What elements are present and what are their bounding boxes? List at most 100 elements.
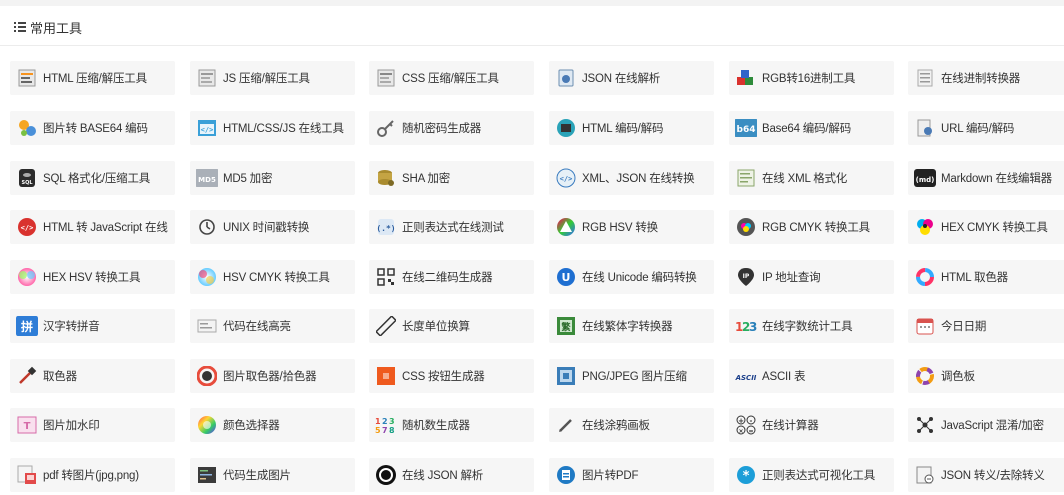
tool-card[interactable]: 1 2 3 5 7 8 随机数生成器	[369, 408, 534, 442]
tool-card[interactable]: 今日日期	[908, 309, 1064, 343]
tool-label: 调色板	[941, 371, 975, 383]
tool-card[interactable]: CSS 按钮生成器	[369, 359, 534, 393]
tool-card[interactable]: UNIX 时间戳转换	[190, 210, 355, 244]
tool-card[interactable]: 图片取色器/拾色器	[190, 359, 355, 393]
tool-card[interactable]: * 正则表达式可视化工具	[729, 458, 894, 492]
tool-card[interactable]: 繁在线繁体字转换器	[549, 309, 714, 343]
tool-card[interactable]: HTML 取色器	[908, 260, 1064, 294]
tool-card[interactable]: RGB HSV 转换	[549, 210, 714, 244]
tool-label: HTML 取色器	[941, 272, 1008, 284]
tool-label: 图片加水印	[43, 420, 100, 432]
tool-card[interactable]: </> HTML/CSS/JS 在线工具	[190, 111, 355, 145]
tool-card[interactable]: T 图片加水印	[10, 408, 175, 442]
tool-card[interactable]: JS 压缩/解压工具	[190, 61, 355, 95]
tool-card[interactable]: SHA 加密	[369, 161, 534, 195]
code-highlight-icon	[196, 315, 218, 337]
tool-card[interactable]: 在线涂鸦画板	[549, 408, 714, 442]
tool-label: HEX CMYK 转换工具	[941, 222, 1048, 234]
tool-label: SHA 加密	[402, 173, 451, 185]
tool-label: IP 地址查询	[762, 272, 821, 284]
svg-text:7: 7	[382, 426, 388, 435]
tool-label: HTML 转 JavaScript 在线	[43, 222, 168, 234]
tool-label: 随机数生成器	[402, 420, 470, 432]
tool-card[interactable]: 1 2 3 在线字数统计工具	[729, 309, 894, 343]
color-ring-icon	[914, 266, 936, 288]
tool-card[interactable]: JSON 转义/去除转义	[908, 458, 1064, 492]
tool-card[interactable]: 图片转 BASE64 编码	[10, 111, 175, 145]
tool-card[interactable]: </> HTML 转 JavaScript 在线	[10, 210, 175, 244]
tool-card[interactable]: CSS 压缩/解压工具	[369, 61, 534, 95]
html-encode-icon	[555, 117, 577, 139]
tool-card[interactable]: 颜色选择器	[190, 408, 355, 442]
tool-card[interactable]: JavaScript 混淆/加密	[908, 408, 1064, 442]
tool-card[interactable]: </> XML、JSON 在线转换	[549, 161, 714, 195]
tool-card[interactable]: 图片转PDF	[549, 458, 714, 492]
tool-card[interactable]: 在线二维码生成器	[369, 260, 534, 294]
calculator-icon: + - × =	[735, 414, 757, 436]
tool-card[interactable]: JSON 在线解析	[549, 61, 714, 95]
pencil-icon	[555, 414, 577, 436]
svg-text:=: =	[748, 428, 753, 435]
tool-card[interactable]: RGB转16进制工具	[729, 61, 894, 95]
tool-card[interactable]: (md) Markdown 在线编辑器	[908, 161, 1064, 195]
tool-card[interactable]: RGB CMYK 转换工具	[729, 210, 894, 244]
tool-card[interactable]: 随机密码生成器	[369, 111, 534, 145]
svg-text:</>: </>	[201, 126, 214, 134]
tool-card[interactable]: 代码在线高亮	[190, 309, 355, 343]
tool-card[interactable]: HTML 压缩/解压工具	[10, 61, 175, 95]
json-parse-icon	[555, 67, 577, 89]
tool-card[interactable]: HEX CMYK 转换工具	[908, 210, 1064, 244]
svg-text:</>: </>	[21, 224, 34, 232]
tool-card[interactable]: PNG/JPEG 图片压缩	[549, 359, 714, 393]
tool-card[interactable]: MD5 MD5 加密	[190, 161, 355, 195]
pinyin-icon: 拼	[16, 315, 38, 337]
pdf-image-icon	[16, 464, 38, 486]
tool-label: 取色器	[43, 371, 77, 383]
tool-card[interactable]: + - × = 在线计算器	[729, 408, 894, 442]
tool-card[interactable]: 在线 JSON 解析	[369, 458, 534, 492]
tool-label: 在线 XML 格式化	[762, 173, 848, 185]
tool-card[interactable]: 代码生成图片	[190, 458, 355, 492]
tool-card[interactable]: SQL SQL 格式化/压缩工具	[10, 161, 175, 195]
tool-card[interactable]: HSV CMYK 转换工具	[190, 260, 355, 294]
svg-text:繁: 繁	[560, 321, 571, 333]
tool-card[interactable]: b64 Base64 编码/解码	[729, 111, 894, 145]
svg-text:3: 3	[749, 320, 757, 334]
html-js-icon: </>	[16, 216, 38, 238]
tool-card[interactable]: HEX HSV 转换工具	[10, 260, 175, 294]
tool-label: 图片转PDF	[582, 470, 639, 482]
tool-card[interactable]: 取色器	[10, 359, 175, 393]
svg-text:×: ×	[738, 428, 743, 435]
calendar-icon	[914, 315, 936, 337]
svg-text:b64: b64	[737, 125, 756, 135]
tool-label: SQL 格式化/压缩工具	[43, 173, 151, 185]
tool-card[interactable]: (.*) 正则表达式在线测试	[369, 210, 534, 244]
tool-label: 图片转 BASE64 编码	[43, 123, 148, 135]
tool-card[interactable]: 调色板	[908, 359, 1064, 393]
tool-label: 颜色选择器	[223, 420, 280, 432]
tool-label: JavaScript 混淆/加密	[941, 420, 1044, 432]
base-convert-icon	[914, 67, 936, 89]
tools-panel: 常用工具 HTML 压缩/解压工具 JS 压缩/解压工具 CSS 压缩/解压工具 JS…	[0, 6, 1064, 495]
tool-label: PNG/JPEG 图片压缩	[582, 371, 687, 383]
tool-card[interactable]: U 在线 Unicode 编码转换	[549, 260, 714, 294]
color-wheel-icon	[196, 414, 218, 436]
random-number-icon: 123578	[375, 414, 397, 436]
tool-label: 在线计算器	[762, 420, 819, 432]
tool-label: URL 编码/解码	[941, 123, 1015, 135]
tool-card[interactable]: 在线进制转换器	[908, 61, 1064, 95]
tool-card[interactable]: IP IP 地址查询	[729, 260, 894, 294]
tool-card[interactable]: 在线 XML 格式化	[729, 161, 894, 195]
tool-label: RGB转16进制工具	[762, 73, 856, 85]
tool-label: ASCII 表	[762, 371, 806, 383]
svg-text:T: T	[24, 421, 31, 432]
tool-card[interactable]: pdf 转图片(jpg,png)	[10, 458, 175, 492]
tool-card[interactable]: HTML 编码/解码	[549, 111, 714, 145]
tool-card[interactable]: URL 编码/解码	[908, 111, 1064, 145]
tool-card[interactable]: 拼汉字转拼音	[10, 309, 175, 343]
tool-label: pdf 转图片(jpg,png)	[43, 470, 139, 482]
tool-card[interactable]: ASCII ASCII 表	[729, 359, 894, 393]
ruler-icon	[375, 315, 397, 337]
tool-card[interactable]: 长度单位换算	[369, 309, 534, 343]
regex-visual-icon: *	[735, 464, 757, 486]
